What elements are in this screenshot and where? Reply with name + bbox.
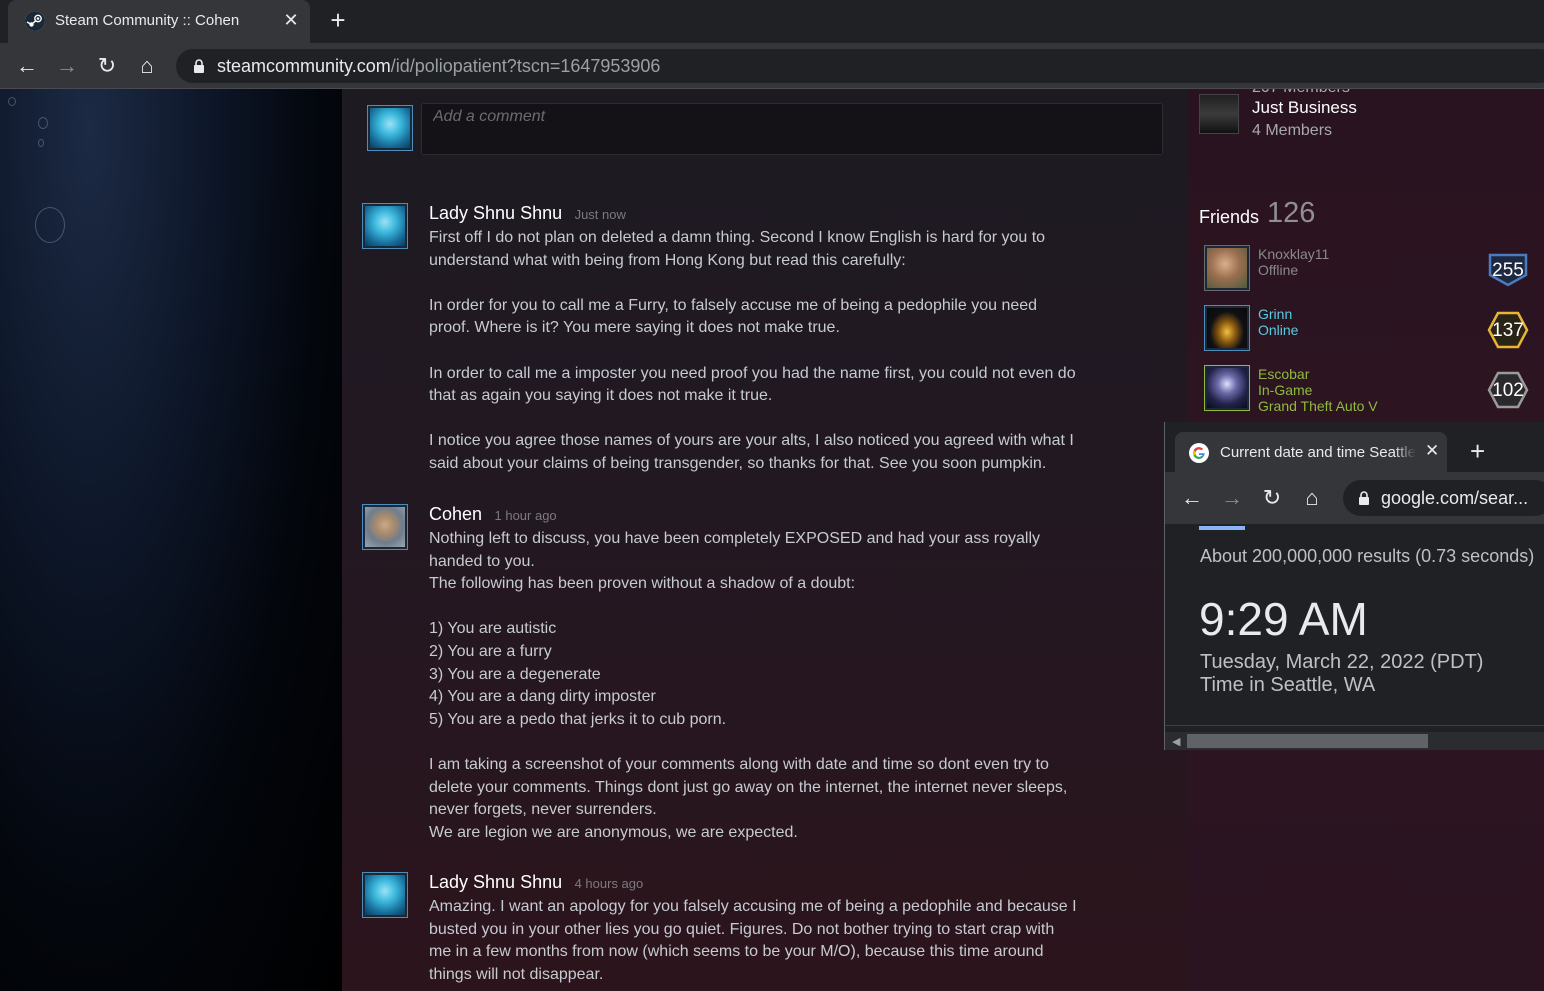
url-text: steamcommunity.com/id/poliopatient?tscn=… <box>217 56 661 76</box>
group-name[interactable]: Just Business <box>1252 98 1357 118</box>
back-icon[interactable]: ← <box>14 53 40 79</box>
friend-item[interactable]: Escobar In-Game Grand Theft Auto V 102 <box>1204 365 1534 414</box>
overlay-toolbar: ← → ↻ ⌂ google.com/sear... <box>1165 472 1544 524</box>
comment-text: Nothing left to discuss, you have been c… <box>429 530 1068 841</box>
steam-icon <box>25 11 45 31</box>
result-stats: About 200,000,000 results (0.73 seconds) <box>1200 546 1535 566</box>
divider <box>1165 725 1544 726</box>
friend-avatar[interactable] <box>1204 245 1250 291</box>
comment-input-box[interactable] <box>421 103 1163 155</box>
comment-timestamp: 1 hour ago <box>494 508 557 523</box>
group-avatar[interactable] <box>1199 94 1239 134</box>
back-icon[interactable]: ← <box>1179 485 1205 511</box>
comment-text: First off I do not plan on deleted a dam… <box>429 229 1076 472</box>
scrollbar-thumb[interactable] <box>1187 734 1428 748</box>
comment-avatar[interactable] <box>362 203 408 249</box>
new-tab-icon[interactable]: + <box>1470 438 1485 464</box>
comment-header: Lady Shnu Shnu 4 hours ago <box>429 872 1149 893</box>
reload-icon[interactable]: ↻ <box>1259 485 1285 511</box>
level-badge: 255 <box>1487 251 1529 289</box>
overlay-address-bar[interactable]: google.com/sear... <box>1343 480 1544 516</box>
tab-strip: Steam Community :: Cohen ✕ + <box>0 0 1544 43</box>
comment-avatar[interactable] <box>362 504 408 550</box>
horizontal-scrollbar[interactable]: ◀ <box>1165 732 1544 750</box>
scroll-left-icon[interactable]: ◀ <box>1172 735 1180 748</box>
comment-item: Lady Shnu Shnu Just now First off I do n… <box>429 203 1149 476</box>
comment-header: Cohen 1 hour ago <box>429 504 1149 525</box>
friend-item[interactable]: Grinn Online 137 <box>1204 305 1534 353</box>
friend-name: Escobar <box>1258 366 1310 382</box>
comment-author[interactable]: Lady Shnu Shnu <box>429 872 562 892</box>
friend-game: Grand Theft Auto V <box>1258 398 1378 414</box>
current-time: 9:29 AM <box>1199 593 1368 645</box>
reload-icon[interactable]: ↻ <box>94 53 120 79</box>
comment-avatar[interactable] <box>362 872 408 918</box>
tab-google-search[interactable]: Current date and time Seattle ✕ <box>1175 432 1447 472</box>
time-location: Time in Seattle, WA <box>1200 674 1376 696</box>
browser-toolbar: ← → ↻ ⌂ steamcommunity.com/id/poliopatie… <box>0 43 1544 89</box>
comment-text: Amazing. I want an apology for you false… <box>429 898 1077 983</box>
water-drop-decoration <box>8 97 16 106</box>
water-drop-decoration <box>38 139 44 147</box>
home-icon[interactable]: ⌂ <box>1299 485 1325 511</box>
level-badge: 137 <box>1487 311 1529 349</box>
friend-name: Knoxklay11 <box>1258 246 1330 262</box>
loading-progress <box>1199 526 1245 530</box>
overlay-tab-strip: Current date and time Seattle ✕ + <box>1165 422 1544 472</box>
group-members-clipped: 207 Members <box>1252 89 1350 97</box>
tab-title: Steam Community :: Cohen <box>55 12 240 29</box>
group-members: 4 Members <box>1252 122 1333 139</box>
address-bar[interactable]: steamcommunity.com/id/poliopatient?tscn=… <box>176 49 1544 83</box>
friend-name: Grinn <box>1258 306 1293 322</box>
overlay-tab-title: Current date and time Seattle <box>1220 444 1416 461</box>
comment-author[interactable]: Lady Shnu Shnu <box>429 203 562 223</box>
comment-timestamp: 4 hours ago <box>574 876 644 891</box>
forward-icon[interactable]: → <box>54 53 80 79</box>
tab-close-icon[interactable]: ✕ <box>280 9 302 31</box>
friend-status: Offline <box>1258 262 1299 278</box>
home-icon[interactable]: ⌂ <box>134 53 160 79</box>
comment-author[interactable]: Cohen <box>429 504 482 524</box>
friends-count[interactable]: 126 <box>1267 197 1315 230</box>
current-date: Tuesday, March 22, 2022 (PDT) <box>1200 651 1484 673</box>
comment-item: Cohen 1 hour ago Nothing left to discuss… <box>429 504 1149 844</box>
my-avatar[interactable] <box>367 105 413 151</box>
background-art <box>0 89 342 991</box>
friend-status: In-Game <box>1258 382 1313 398</box>
friends-heading[interactable]: Friends <box>1199 207 1259 228</box>
google-icon <box>1189 443 1209 463</box>
lock-icon <box>194 59 204 73</box>
comment-header: Lady Shnu Shnu Just now <box>429 203 1149 224</box>
level-badge: 102 <box>1487 371 1529 409</box>
comment-input[interactable] <box>422 104 1162 154</box>
water-drop-decoration <box>35 207 65 243</box>
friend-avatar[interactable] <box>1204 365 1250 411</box>
tab-close-icon[interactable]: ✕ <box>1425 441 1439 461</box>
water-drop-decoration <box>38 117 48 129</box>
google-search-window: Current date and time Seattle ✕ + ← → ↻ … <box>1164 422 1544 750</box>
lock-icon <box>1359 491 1369 505</box>
comment-item: Lady Shnu Shnu 4 hours ago Amazing. I wa… <box>429 872 1149 986</box>
friend-status: Online <box>1258 322 1299 338</box>
tab-steam-community[interactable]: Steam Community :: Cohen ✕ <box>8 0 310 43</box>
forward-icon[interactable]: → <box>1219 485 1245 511</box>
friend-avatar[interactable] <box>1204 305 1250 351</box>
new-tab-icon[interactable]: + <box>325 7 351 34</box>
overlay-url-text: google.com/sear... <box>1381 488 1529 508</box>
comment-timestamp: Just now <box>574 207 626 222</box>
friend-item[interactable]: Knoxklay11 Offline 255 <box>1204 245 1534 293</box>
